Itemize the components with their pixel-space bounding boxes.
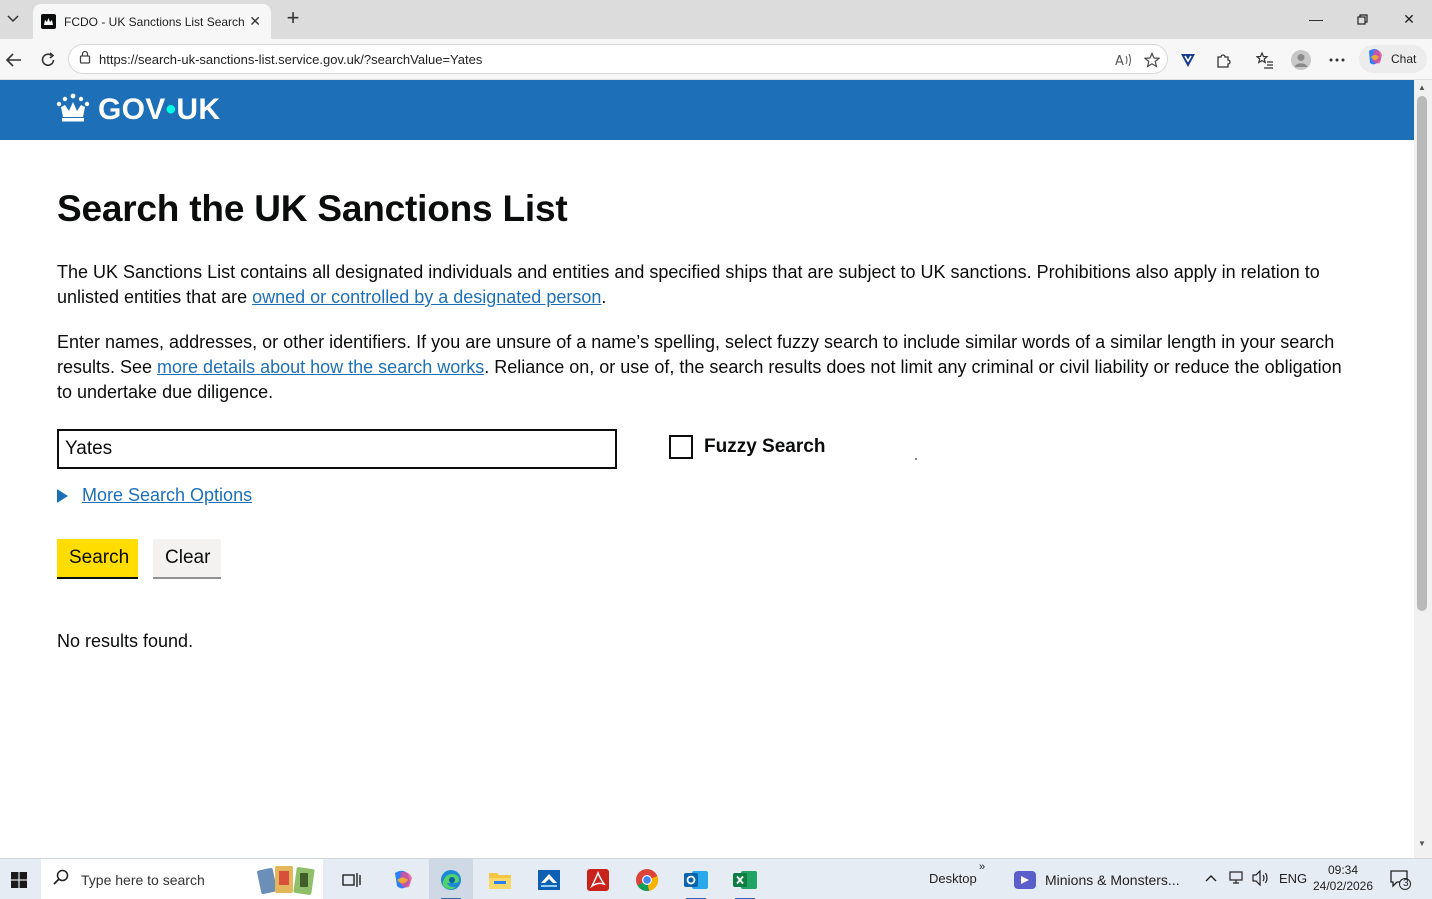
- govuk-logo-link[interactable]: GOV•UK: [56, 92, 220, 128]
- remote-desktop-taskbar-icon[interactable]: [527, 859, 571, 899]
- input-language-indicator[interactable]: ENG: [1279, 871, 1307, 886]
- page-scrollbar[interactable]: ▲ ▼: [1414, 80, 1432, 858]
- file-explorer-taskbar-icon[interactable]: [478, 859, 522, 899]
- help-paragraph: Enter names, addresses, or other identif…: [57, 330, 1352, 405]
- windows-taskbar: Type here to search Desktop » Minions & …: [0, 858, 1432, 899]
- taskbar-search-placeholder[interactable]: Type here to search: [81, 872, 205, 888]
- task-view-icon[interactable]: [330, 859, 374, 899]
- extensions-puzzle-icon[interactable]: [1213, 49, 1235, 71]
- scroll-down-arrow-icon[interactable]: ▼: [1418, 839, 1426, 848]
- govuk-wordmark-gov: GOV: [98, 93, 166, 126]
- chat-label: Chat: [1391, 52, 1417, 66]
- video-call-icon: [1014, 870, 1036, 889]
- browser-tab-active[interactable]: FCDO - UK Sanctions List Search - ✕: [33, 4, 271, 39]
- owned-or-controlled-link[interactable]: owned or controlled by a designated pers…: [252, 287, 601, 307]
- shield-extension-icon[interactable]: [1177, 49, 1199, 71]
- svg-text:A: A: [1115, 54, 1124, 67]
- intro-paragraph: The UK Sanctions List contains all desig…: [57, 260, 1352, 310]
- govuk-wordmark-uk: UK: [176, 93, 221, 126]
- site-info-lock-icon[interactable]: [79, 50, 91, 69]
- minimize-window-icon[interactable]: —: [1305, 8, 1327, 30]
- search-highlight-illustration-icon[interactable]: [255, 863, 319, 896]
- taskbar-search-box[interactable]: Type here to search: [41, 859, 323, 899]
- intro-text: The UK Sanctions List contains all desig…: [57, 262, 1320, 307]
- govuk-crown-favicon-icon: [41, 14, 56, 29]
- page-title: Search the UK Sanctions List: [57, 188, 568, 229]
- stray-pixel: [915, 458, 917, 460]
- govuk-wordmark: GOV•UK: [98, 93, 220, 127]
- profile-avatar-icon[interactable]: [1290, 49, 1312, 71]
- browser-tab-strip: FCDO - UK Sanctions List Search - ✕ + — …: [0, 0, 1432, 39]
- meeting-app-taskbar-button[interactable]: Minions & Monsters...: [1004, 859, 1184, 899]
- fuzzy-search-label[interactable]: Fuzzy Search: [704, 436, 825, 458]
- excel-taskbar-icon[interactable]: [723, 859, 767, 899]
- magnifier-search-icon: [53, 869, 69, 890]
- acrobat-reader-taskbar-icon[interactable]: [576, 859, 620, 899]
- copilot-icon: [1365, 47, 1385, 72]
- chrome-taskbar-icon[interactable]: [625, 859, 669, 899]
- tab-list-chevron-icon[interactable]: [0, 5, 26, 33]
- network-icon[interactable]: [1229, 871, 1245, 888]
- url-text[interactable]: https://search-uk-sanctions-list.service…: [99, 52, 482, 67]
- taskbar-clock[interactable]: 09:34 24/02/2026: [1308, 862, 1378, 894]
- disclosure-triangle-icon[interactable]: [57, 488, 68, 503]
- copilot-taskbar-icon[interactable]: [381, 859, 425, 899]
- show-hidden-icons-chevron-icon[interactable]: [1205, 870, 1217, 885]
- reload-icon[interactable]: [36, 48, 60, 72]
- clock-date: 24/02/2026: [1312, 879, 1374, 893]
- fuzzy-search-checkbox-group[interactable]: Fuzzy Search: [669, 435, 825, 459]
- close-window-icon[interactable]: ✕: [1398, 8, 1420, 30]
- more-search-options-toggle[interactable]: More Search Options: [57, 485, 252, 506]
- address-bar[interactable]: https://search-uk-sanctions-list.service…: [68, 44, 1168, 74]
- notification-count-badge: 3: [1403, 878, 1409, 889]
- back-arrow-icon[interactable]: [2, 48, 26, 72]
- favorites-list-icon[interactable]: [1254, 49, 1276, 71]
- new-tab-plus-icon[interactable]: +: [282, 7, 304, 31]
- tab-title: FCDO - UK Sanctions List Search -: [64, 14, 244, 29]
- govuk-wordmark-dot: •: [165, 93, 177, 126]
- volume-speaker-icon[interactable]: [1252, 869, 1270, 889]
- search-input[interactable]: [57, 429, 617, 469]
- favorite-star-icon[interactable]: [1143, 51, 1161, 69]
- browser-toolbar: https://search-uk-sanctions-list.service…: [0, 39, 1432, 80]
- outlook-taskbar-icon[interactable]: [674, 859, 718, 899]
- clear-button[interactable]: Clear: [153, 539, 221, 577]
- clock-time: 09:34: [1327, 863, 1359, 877]
- govuk-header: GOV•UK: [0, 80, 1414, 140]
- windows-start-icon[interactable]: [0, 859, 38, 899]
- restore-window-icon[interactable]: [1351, 8, 1373, 30]
- desktop-toolbar-chevron-icon[interactable]: »: [979, 861, 985, 873]
- results-message: No results found.: [57, 631, 194, 651]
- copilot-chat-button[interactable]: Chat: [1359, 45, 1427, 73]
- tab-close-icon[interactable]: ✕: [249, 13, 261, 30]
- edge-browser-taskbar-icon[interactable]: [429, 859, 473, 899]
- read-aloud-icon[interactable]: A: [1115, 51, 1133, 69]
- meeting-app-label: Minions & Monsters...: [1045, 871, 1180, 888]
- desktop-toolbar-label[interactable]: Desktop: [929, 871, 977, 886]
- scrollbar-thumb[interactable]: [1417, 96, 1427, 611]
- crown-icon: [56, 93, 90, 128]
- search-details-link[interactable]: more details about how the search works: [157, 357, 484, 377]
- scroll-up-arrow-icon[interactable]: ▲: [1418, 83, 1426, 92]
- more-options-ellipsis-icon[interactable]: [1326, 49, 1348, 71]
- more-search-options-link[interactable]: More Search Options: [82, 485, 252, 506]
- fuzzy-search-checkbox[interactable]: [669, 435, 693, 459]
- search-button[interactable]: Search: [57, 539, 138, 577]
- intro-end: .: [601, 287, 607, 307]
